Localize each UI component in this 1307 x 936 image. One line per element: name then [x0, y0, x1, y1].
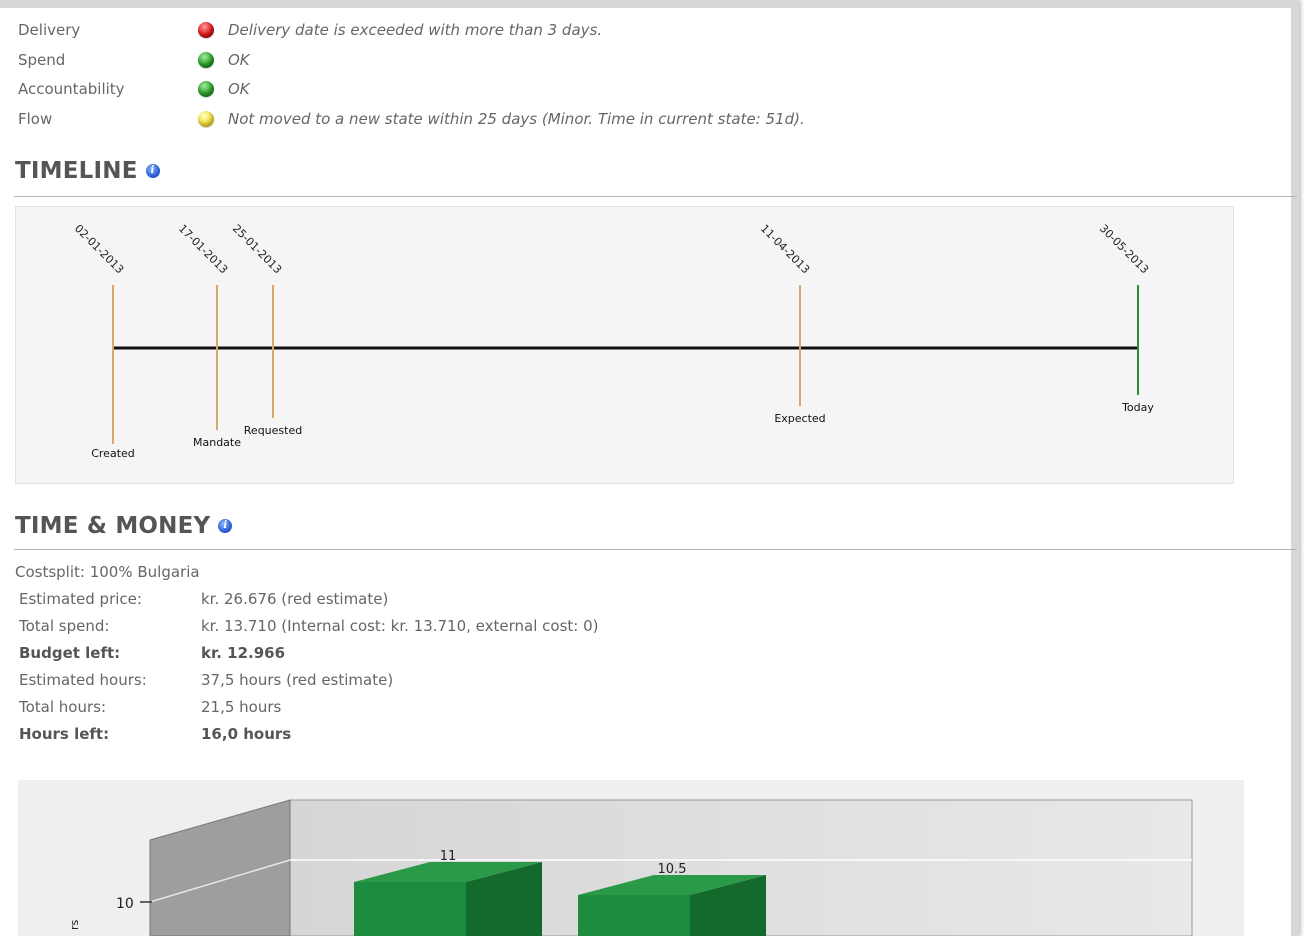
event-label: Requested [244, 424, 302, 437]
y-axis-label: rs [68, 919, 81, 930]
field-label: Estimated price: [19, 590, 142, 608]
status-label: Spend [18, 51, 66, 69]
info-icon[interactable]: i [145, 164, 160, 178]
hours-chart-panel: 10 rs 11 10.5 [18, 780, 1244, 936]
timeline-heading: TIMELINE i [15, 158, 160, 184]
event-label: Today [1121, 401, 1154, 414]
y-tick-label: 10 [116, 896, 134, 912]
field-value: 16,0 hours [201, 725, 292, 743]
bar-value-label: 10.5 [658, 862, 687, 877]
event-date: 30-05-2013 [1097, 222, 1151, 276]
time-money-title: TIME & MONEY [15, 513, 211, 539]
status-text: Delivery date is exceeded with more than… [228, 21, 603, 39]
field-value: 37,5 hours (red estimate) [201, 671, 394, 689]
field-value: kr. 13.710 (Internal cost: kr. 13.710, e… [201, 617, 599, 635]
green-status-icon [198, 52, 214, 68]
status-text: OK [228, 51, 250, 69]
info-icon[interactable]: i [218, 519, 233, 533]
field-label: Hours left: [19, 725, 110, 743]
status-label: Delivery [18, 21, 81, 39]
event-date: 25-01-2013 [230, 222, 284, 276]
status-text: Not moved to a new state within 25 days … [228, 110, 805, 128]
timeline-title: TIMELINE [15, 158, 138, 184]
section-divider [14, 196, 1297, 197]
bar-front [578, 895, 690, 936]
hours-chart: 10 rs 11 10.5 [68, 799, 1193, 936]
field-label: Estimated hours: [19, 671, 147, 689]
chart-side-wall [149, 799, 291, 936]
status-row-accountability: Accountability OK [18, 76, 250, 102]
field-label: Budget left: [19, 644, 121, 662]
status-text: OK [228, 80, 250, 98]
event-date: 17-01-2013 [176, 222, 230, 276]
timeline-panel: 02-01-2013 17-01-2013 25-01-2013 11-04-2… [15, 206, 1234, 484]
event-date: 11-04-2013 [758, 222, 812, 276]
time-money-heading: TIME & MONEY i [15, 513, 233, 539]
event-label: Mandate [193, 436, 241, 449]
event-label: Expected [774, 412, 825, 425]
status-label: Flow [18, 110, 53, 128]
status-row-spend: Spend OK [18, 47, 250, 73]
costsplit-text: Costsplit: 100% Bulgaria [15, 563, 200, 581]
timeline-chart: 02-01-2013 17-01-2013 25-01-2013 11-04-2… [72, 222, 1155, 460]
field-value: kr. 26.676 (red estimate) [201, 590, 389, 608]
bar-front [354, 882, 466, 936]
field-value: kr. 12.966 [201, 644, 286, 662]
field-label: Total spend: [19, 617, 110, 635]
event-label: Created [91, 447, 135, 460]
red-status-icon [198, 22, 214, 38]
status-label: Accountability [18, 80, 125, 98]
event-date: 02-01-2013 [72, 222, 126, 276]
green-status-icon [198, 81, 214, 97]
field-label: Total hours: [19, 698, 107, 716]
bar-value-label: 11 [440, 849, 457, 864]
status-row-delivery: Delivery Delivery date is exceeded with … [18, 17, 602, 43]
yellow-status-icon [198, 111, 214, 127]
section-divider [14, 549, 1297, 550]
field-value: 21,5 hours [201, 698, 282, 716]
status-row-flow: Flow Not moved to a new state within 25 … [18, 106, 805, 132]
